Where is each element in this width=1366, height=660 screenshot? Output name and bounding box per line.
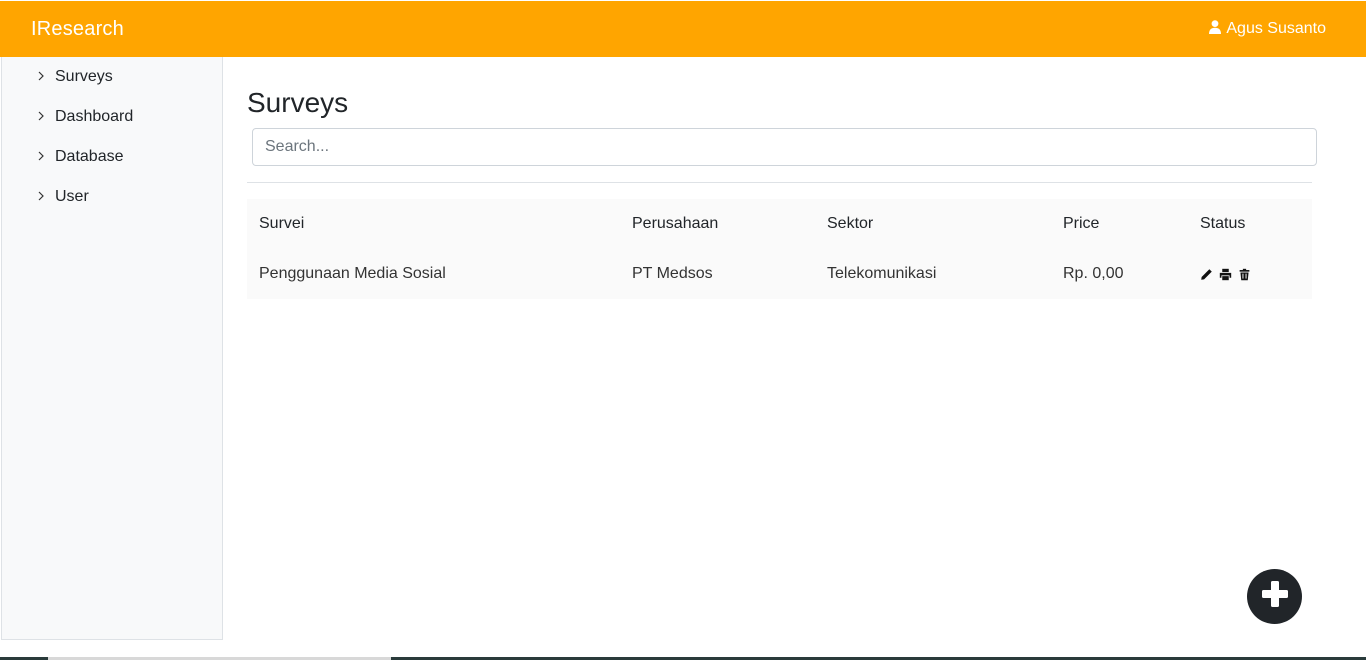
cell-perusahaan: PT Medsos — [632, 265, 713, 282]
search-input[interactable] — [252, 128, 1317, 166]
sidebar-item-database[interactable]: Database — [2, 137, 222, 177]
chevron-right-icon — [36, 68, 55, 86]
top-navbar: IResearch Agus Susanto — [0, 1, 1366, 57]
plus-circle-icon — [1260, 579, 1290, 614]
column-header-survei: Survei — [259, 215, 305, 232]
chevron-right-icon — [36, 148, 55, 166]
user-menu[interactable]: Agus Susanto — [1209, 19, 1326, 39]
cell-price: Rp. 0,00 — [1063, 265, 1124, 282]
table-header-row: Survei Perusahaan Sektor Price Status — [247, 199, 1312, 249]
pencil-icon[interactable] — [1200, 268, 1213, 281]
user-name: Agus Susanto — [1226, 20, 1326, 37]
sidebar-item-surveys[interactable]: Surveys — [2, 57, 222, 97]
sidebar-item-label: Dashboard — [55, 108, 134, 125]
column-header-status: Status — [1200, 215, 1246, 232]
cell-survei: Penggunaan Media Sosial — [259, 265, 446, 282]
sidebar: Surveys Dashboard Database User — [1, 57, 223, 640]
brand-logo[interactable]: IResearch — [31, 18, 124, 41]
column-header-price: Price — [1063, 215, 1100, 232]
add-survey-button[interactable] — [1247, 569, 1302, 624]
divider — [247, 182, 1312, 183]
sidebar-item-label: Surveys — [55, 68, 113, 85]
table-row: Penggunaan Media Sosial PT Medsos Teleko… — [247, 249, 1312, 299]
sidebar-item-label: Database — [55, 148, 124, 165]
sidebar-item-user[interactable]: User — [2, 177, 222, 217]
sidebar-item-dashboard[interactable]: Dashboard — [2, 97, 222, 137]
row-actions — [1200, 268, 1312, 281]
cell-sektor: Telekomunikasi — [827, 265, 937, 282]
user-icon — [1209, 19, 1222, 39]
column-header-perusahaan: Perusahaan — [632, 215, 719, 232]
chevron-right-icon — [36, 108, 55, 126]
surveys-table: Survei Perusahaan Sektor Price Status Pe… — [247, 199, 1312, 299]
column-header-sektor: Sektor — [827, 215, 874, 232]
chevron-right-icon — [36, 188, 55, 206]
page-title: Surveys — [247, 87, 349, 118]
cell-status — [1188, 249, 1312, 299]
sidebar-item-label: User — [55, 188, 89, 205]
printer-icon[interactable] — [1219, 268, 1232, 281]
trash-icon[interactable] — [1238, 268, 1251, 281]
